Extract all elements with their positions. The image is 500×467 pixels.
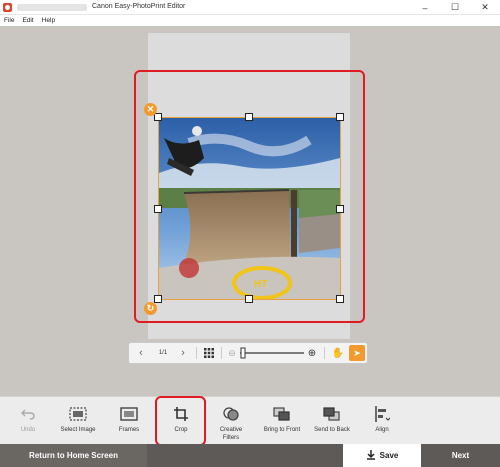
creative-filters-icon [223,404,239,424]
prev-page-icon[interactable]: ‹ [133,343,149,363]
send-to-back-glyph [323,407,340,421]
resize-handle-top-right[interactable] [336,113,344,121]
select-image-icon [69,404,87,424]
align-label: Align [375,427,389,433]
next-page-icon[interactable]: › [175,343,191,363]
select-image-button[interactable]: Select Image [56,397,100,445]
bring-to-front-icon [273,404,291,424]
close-circle-icon[interactable]: ✕ [144,103,157,116]
zoom-slider[interactable] [240,343,304,363]
minimize-icon[interactable]: – [410,0,440,15]
rotate-circle-icon[interactable]: ↻ [144,302,157,315]
bring-to-front-button[interactable]: Bring to Front [260,397,304,445]
save-button[interactable]: Save [343,444,421,467]
undo-button[interactable]: Undo [12,397,44,445]
align-button[interactable]: Align [365,397,399,445]
bring-to-front-label: Bring to Front [263,427,301,433]
frames-icon [120,404,138,424]
title-bar: Canon Easy-PhotoPrint Editor – ☐ ✕ [0,0,500,15]
resize-handle-right[interactable] [336,205,344,213]
divider [196,347,197,359]
send-to-back-label: Send to Back [314,427,350,433]
send-to-back-button[interactable]: Send to Back [310,397,354,445]
hand-tool-icon[interactable]: ✋ [330,343,346,363]
frames-glyph [120,407,138,421]
creative-filters-label-2: Filters [222,435,240,441]
resize-handle-top[interactable] [245,113,253,121]
frames-button[interactable]: Frames [110,397,148,445]
view-toolbar: ‹ 1/1 › ⊖ ⊕ ✋ ➤ [128,342,368,364]
creative-filters-label-1: Creative [219,427,243,433]
resize-handle-bottom[interactable] [245,295,253,303]
select-image-label: Select Image [60,427,96,433]
save-icon [366,449,376,462]
zoom-out-icon[interactable]: ⊖ [226,343,238,363]
selection-highlight [134,70,365,323]
send-to-back-icon [323,404,341,424]
menu-file[interactable]: File [4,17,14,24]
save-glyph [366,449,375,460]
grid-view-icon[interactable] [201,343,217,363]
edit-toolbar: Undo Select Image Frames Crop Creative F… [0,396,500,444]
app-icon [3,3,12,12]
undo-icon [21,404,35,424]
align-icon [374,404,390,424]
resize-handle-bottom-left[interactable] [154,295,162,303]
menu-help[interactable]: Help [42,17,55,24]
close-icon[interactable]: ✕ [470,0,500,15]
blurred-filename [17,4,87,11]
resize-handle-left[interactable] [154,205,162,213]
page-indicator: 1/1 [158,350,168,356]
bring-to-front-glyph [273,407,290,421]
zoom-slider-track [240,347,304,359]
menu-bar: File Edit Help [0,15,500,26]
crop-highlight [155,396,206,446]
divider [324,347,325,359]
creative-filters-glyph [223,407,239,421]
pointer-tool-icon[interactable]: ➤ [349,345,365,361]
align-glyph [375,406,390,422]
window-title: Canon Easy-PhotoPrint Editor [92,3,186,10]
undo-glyph [21,409,35,420]
next-button[interactable]: Next [421,444,500,467]
creative-filters-button[interactable]: Creative Filters [210,397,252,445]
resize-handle-bottom-right[interactable] [336,295,344,303]
frames-label: Frames [118,427,140,433]
save-label: Save [379,451,399,460]
menu-edit[interactable]: Edit [22,17,33,24]
zoom-in-icon[interactable]: ⊕ [306,343,318,363]
maximize-icon[interactable]: ☐ [440,0,470,15]
resize-handle-top-left[interactable] [154,113,162,121]
divider [221,347,222,359]
grid-glyph [204,348,214,358]
undo-label: Undo [20,427,36,433]
select-image-glyph [69,407,87,421]
return-home-button[interactable]: Return to Home Screen [0,444,147,467]
